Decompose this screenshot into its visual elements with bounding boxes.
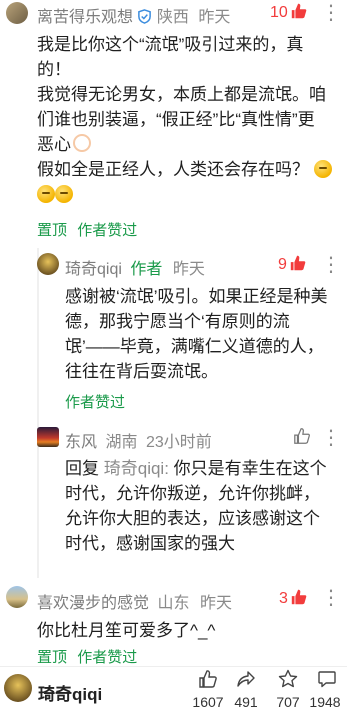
comment-1-like-button[interactable]: 10 [270,2,308,24]
verified-badge-icon [137,9,152,29]
comment-2-actions: 置顶 作者赞过 [37,646,137,667]
reply-1-line: 往往在背后耍流氓。 [65,362,218,381]
like-thumb-icon [289,254,307,277]
reply-1-text: 感谢被‘流氓’吸引。如果正经是种美 德，那我宁愿当个‘有原则的流 氓’——毕竟，… [65,284,343,384]
comment-1-line: 恶心 [37,135,71,154]
comment-1-line: 假如全是正经人，人类还会存在吗？ [37,160,309,179]
reply-thread-line [37,248,39,578]
reply-1-like-count: 9 [278,256,287,273]
comment-1-location: 陕西 [156,9,189,26]
more-dots-icon[interactable]: ⋮ [321,252,342,277]
reply-2-line: 时代，感谢国家的强大 [65,534,235,553]
avatar-reply-2[interactable] [37,427,59,447]
reply-1-line: 氓’——毕竟，满嘴仁义道德的人， [65,337,324,356]
footer-comment-count: 1948 [309,694,341,710]
comment-2-username[interactable]: 喜欢漫步的感觉 [37,595,149,612]
thinking-emoji-icon [55,185,73,203]
reply-1-header: 琦奇qiqi 作者 昨天 [65,255,205,279]
comment-1-actions: 置顶 作者赞过 [37,219,137,240]
comment-icon[interactable] [316,669,340,689]
comment-1-like-count: 10 [270,4,288,21]
comment-1-line: 我是比你这个“流氓”吸引过来的，真 [37,35,304,54]
reply-2-username[interactable]: 东风 [65,434,97,451]
thinking-emoji-icon [313,160,332,178]
avatar-comment-1[interactable] [6,2,28,24]
author-liked-label: 作者赞过 [65,394,126,411]
bottom-action-bar: 琦奇qiqi 1607 491 707 1948 [0,666,347,714]
reply-2-time: 23小时前 [145,434,212,451]
comment-1-line: 的！ [37,60,71,79]
avatar-author[interactable] [37,253,59,275]
reply-2-line: 允许你大胆的表达，应该感谢这个 [65,509,320,528]
author-liked-label: 作者赞过 [77,649,138,666]
reply-2-line: 时代，允许你叛逆，允许你挑衅， [65,484,320,503]
author-liked-label: 作者赞过 [77,222,138,239]
reply-1-like-button[interactable]: 9 [278,254,307,276]
footer-like-count: 1607 [192,694,224,710]
comment-2-location: 山东 [157,595,190,612]
reply-to-username[interactable]: 琦奇qiqi: [104,459,169,478]
footer-star-count: 707 [276,694,300,710]
reply-1-username[interactable]: 琦奇qiqi [65,261,122,278]
comment-1-line: 们谁也别装逼，“假正经”比“真性情”更 [37,110,315,129]
pin-label[interactable]: 置顶 [37,649,67,666]
share-icon[interactable] [235,669,259,689]
reply-2-line: 你只是有幸生在这个 [168,459,327,478]
like-thumb-icon [290,588,308,611]
comment-1-text: 我是比你这个“流氓”吸引过来的，真 的！ 我觉得无论男女，本质上都是流氓。咱 们… [37,32,342,207]
reply-2-location: 湖南 [105,434,138,451]
more-dots-icon[interactable]: ⋮ [321,0,342,25]
comment-2-like-count: 3 [279,590,288,607]
thinking-emoji-icon [37,185,55,203]
reply-1-line: 德，那我宁愿当个‘有原则的流 [65,312,290,331]
comment-2-header: 喜欢漫步的感觉 山东 昨天 [37,589,232,613]
avatar-comment-2[interactable] [6,586,28,608]
comment-2-text: 你比杜月笙可爱多了^_^ [37,618,337,643]
comment-1-header: 离苦得乐观想 陕西 昨天 [37,3,230,29]
comment-2-line: 你比杜月笙可爱多了^_^ [37,621,216,640]
reply-2-like-button[interactable] [293,427,311,450]
reply-prefix: 回复 [65,459,99,478]
author-tag: 作者 [130,261,163,278]
like-thumb-icon [293,428,311,449]
reply-2-header: 东风 湖南 23小时前 [65,428,212,452]
footer-username[interactable]: 琦奇qiqi [38,680,102,705]
comment-2-like-button[interactable]: 3 [279,588,308,610]
like-thumb-icon [290,2,308,25]
reply-1-time: 昨天 [172,261,205,278]
more-dots-icon[interactable]: ⋮ [321,425,342,450]
more-dots-icon[interactable]: ⋮ [321,585,342,610]
reply-2-text: 回复 琦奇qiqi: 你只是有幸生在这个 时代，允许你叛逆，允许你挑衅， 允许你… [65,456,345,556]
star-icon[interactable] [277,669,301,689]
footer-share-count: 491 [234,694,258,710]
footer-avatar[interactable] [4,674,32,702]
pin-label[interactable]: 置顶 [37,222,67,239]
comment-1-time: 昨天 [198,9,231,26]
comment-1-line: 我觉得无论男女，本质上都是流氓。咱 [37,85,326,104]
ok-hand-emoji-icon [73,134,91,152]
comment-2-time: 昨天 [199,595,232,612]
reply-1-line: 感谢被‘流氓’吸引。如果正经是种美 [65,287,328,306]
like-thumb-icon[interactable] [197,669,221,689]
comment-1-username[interactable]: 离苦得乐观想 [37,9,133,26]
